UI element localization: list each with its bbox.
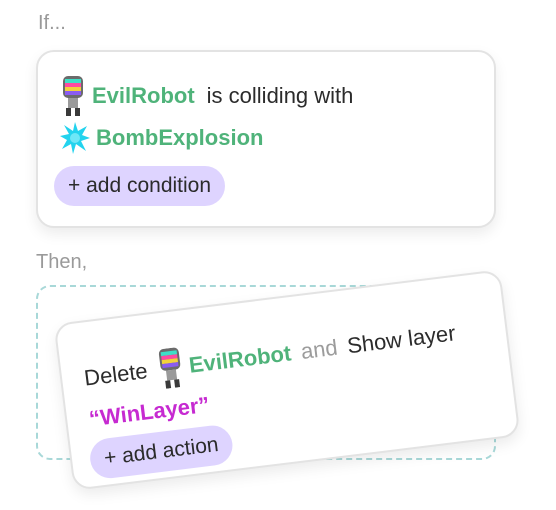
robot-icon [60,76,86,116]
condition-subject[interactable]: EvilRobot [92,83,195,109]
condition-line-1: EvilRobot is colliding with [60,76,353,116]
action-verb2: Show layer [345,320,457,359]
action-verb: Delete [82,358,149,391]
action-line-1: Delete EvilRobot and Show layer [82,313,458,398]
action-line-2: “WinLayer” [88,392,211,433]
add-action-button[interactable]: + add action [87,423,235,481]
robot-icon [155,347,186,390]
action-conjunction: and [299,334,339,365]
condition-card[interactable]: EvilRobot is colliding with BombExplosio… [36,50,496,228]
if-label: If... [38,12,66,34]
bomb-explosion-icon [60,122,90,154]
condition-target[interactable]: BombExplosion [96,125,263,151]
action-subject[interactable]: EvilRobot [188,340,293,378]
condition-line-2: BombExplosion [60,122,263,154]
then-label: Then, [36,251,88,273]
condition-relation: is colliding with [206,83,354,108]
add-condition-button[interactable]: + add condition [54,166,226,206]
layer-name[interactable]: “WinLayer” [88,392,211,433]
